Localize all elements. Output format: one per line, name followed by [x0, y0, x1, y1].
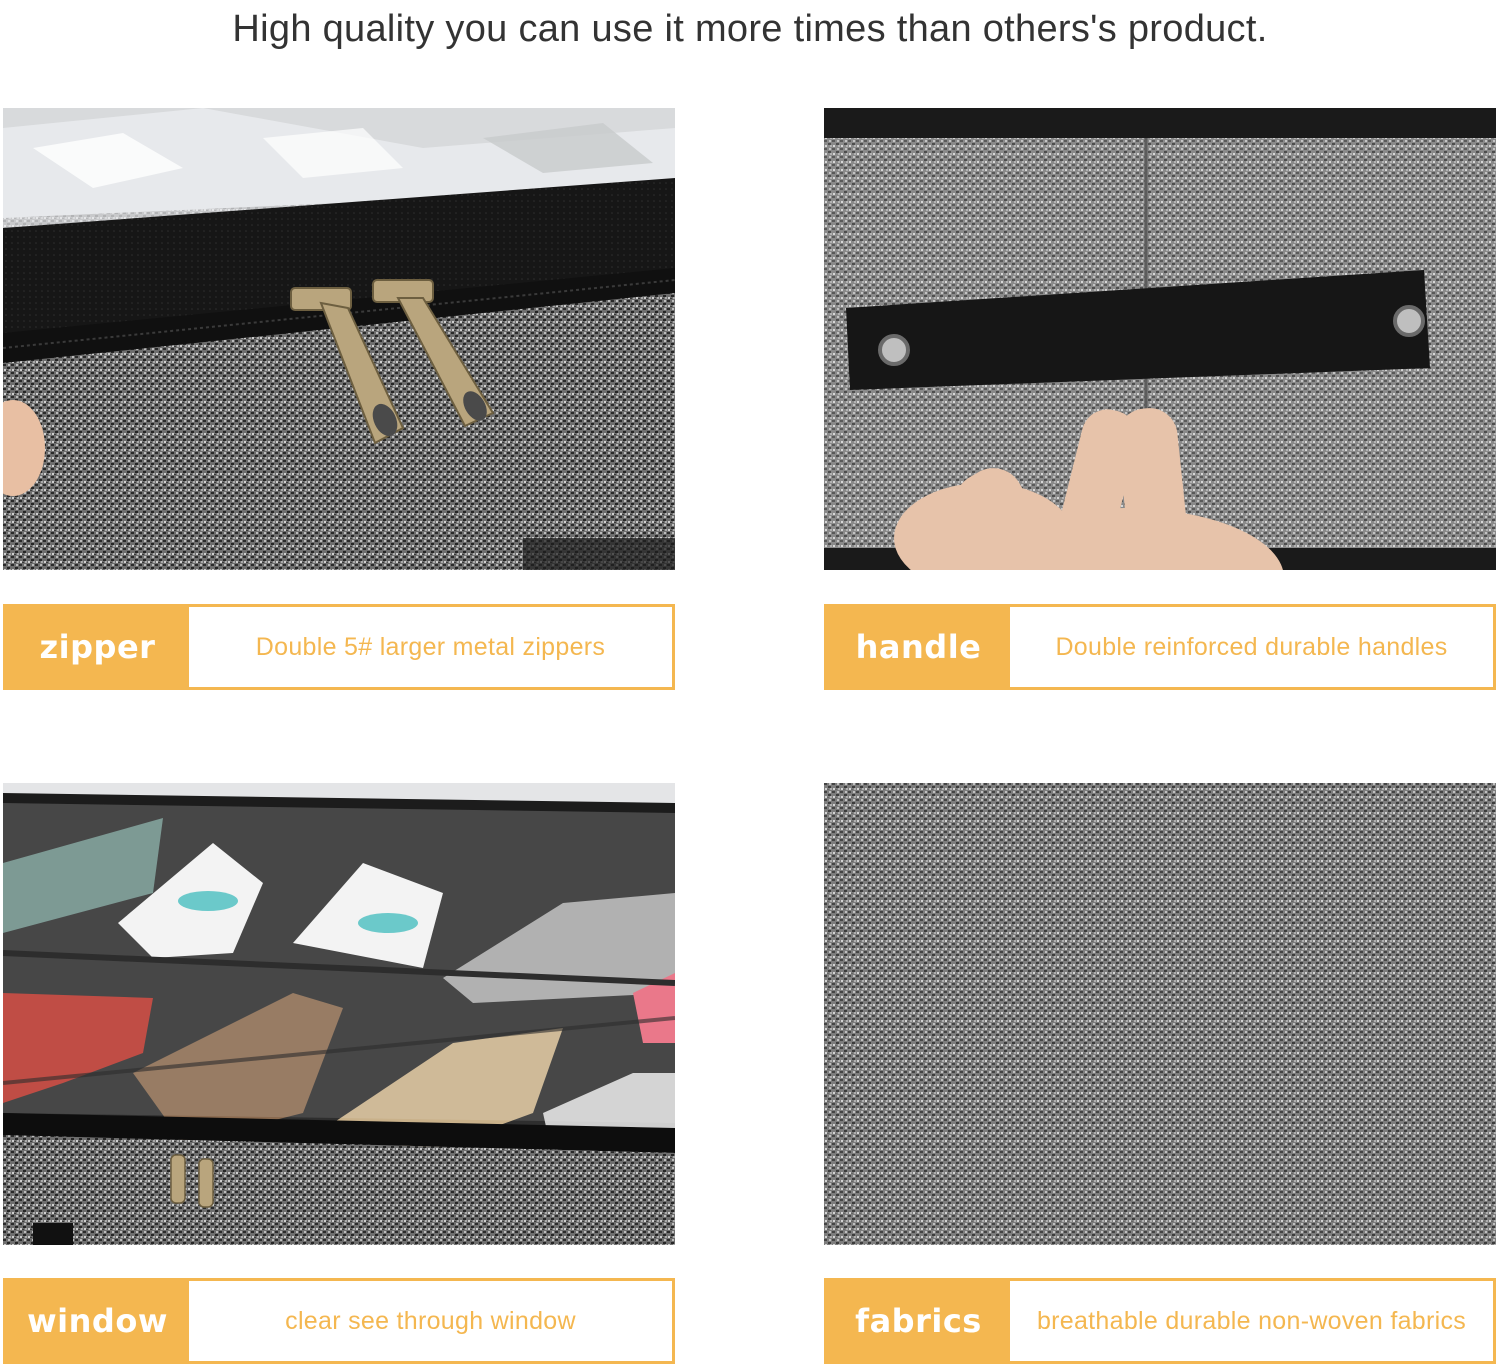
- zipper-tag: zipper: [6, 607, 189, 687]
- handle-photo: [824, 108, 1496, 570]
- window-description: clear see through window: [285, 1306, 576, 1335]
- fabrics-caption: fabrics breathable durable non-woven fab…: [824, 1278, 1496, 1364]
- window-tag: window: [6, 1281, 189, 1361]
- fabrics-photo: [824, 783, 1496, 1245]
- fabrics-description: breathable durable non-woven fabrics: [1036, 1306, 1467, 1335]
- fabrics-tag: fabrics: [827, 1281, 1010, 1361]
- handle-description: Double reinforced durable handles: [1055, 632, 1448, 661]
- window-caption: window clear see through window: [3, 1278, 675, 1364]
- window-photo: [3, 783, 675, 1245]
- zipper-description: Double 5# larger metal zippers: [255, 632, 606, 661]
- handle-tag: handle: [827, 607, 1010, 687]
- zipper-caption: zipper Double 5# larger metal zippers: [3, 604, 675, 690]
- page-headline: High quality you can use it more times t…: [232, 8, 1268, 50]
- zipper-photo: [3, 108, 675, 570]
- handle-caption: handle Double reinforced durable handles: [824, 604, 1496, 690]
